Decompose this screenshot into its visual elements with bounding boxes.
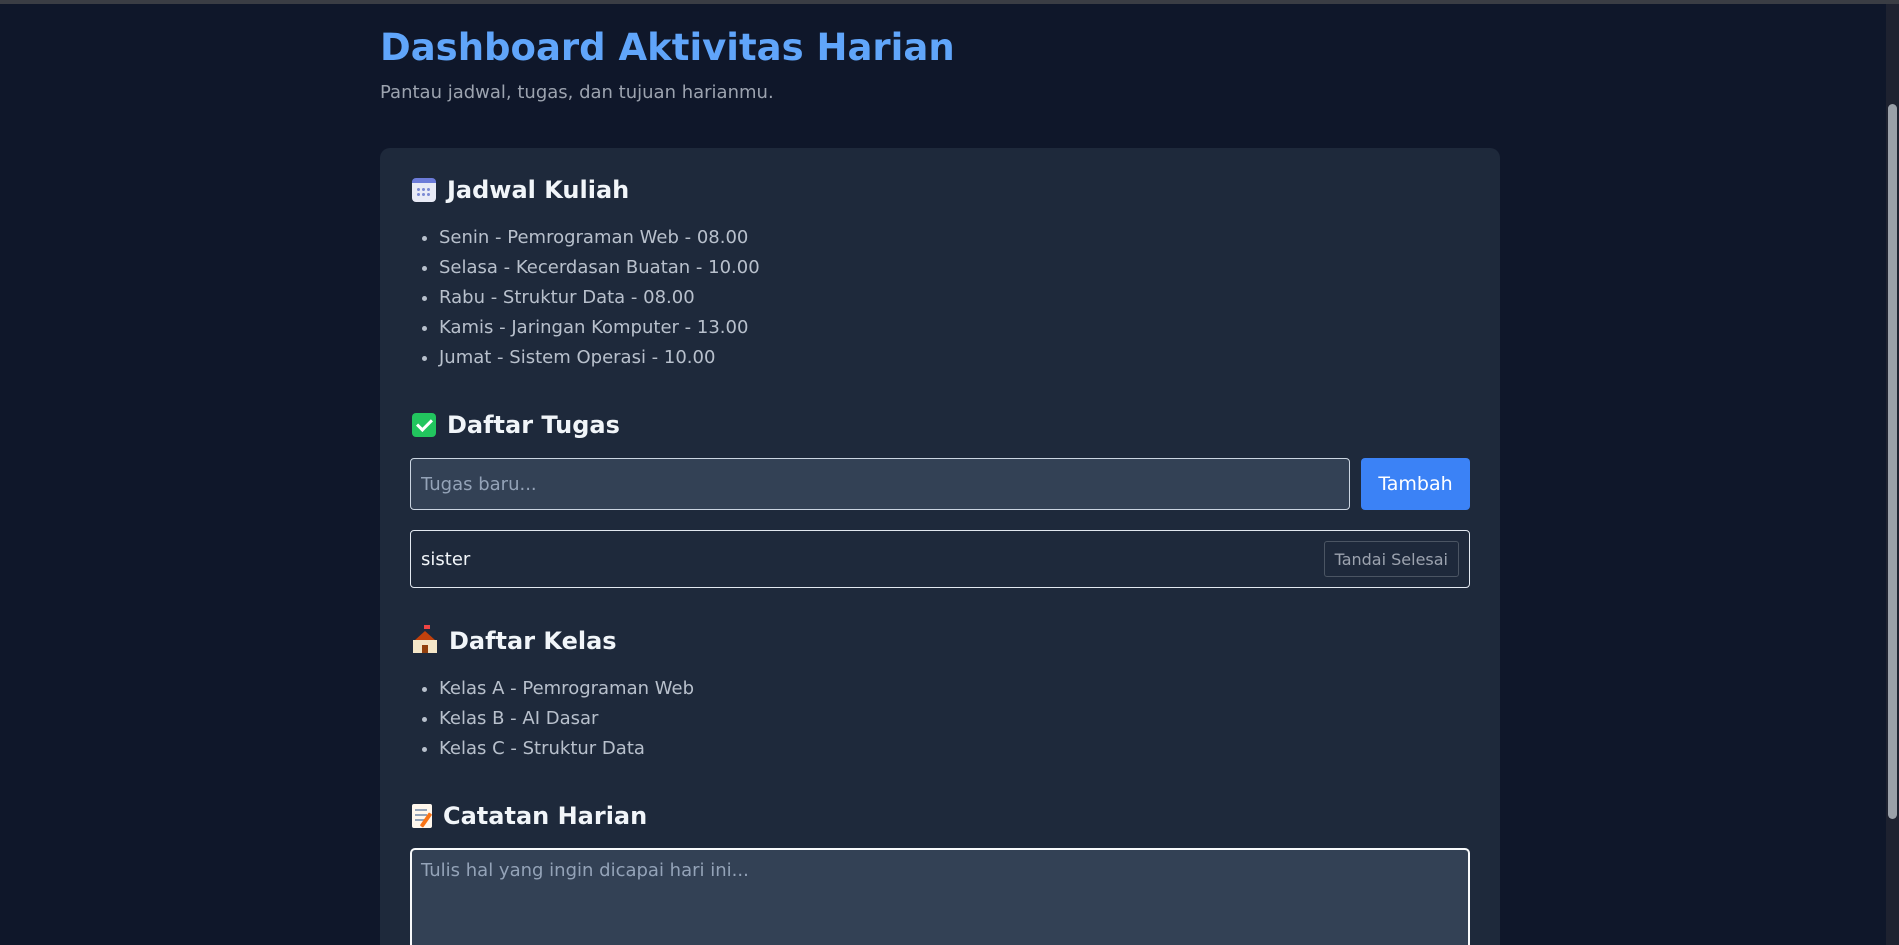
add-task-button[interactable]: Tambah — [1361, 458, 1470, 510]
daily-notes-textarea[interactable] — [410, 848, 1470, 945]
memo-icon — [412, 804, 432, 828]
schedule-heading-text: Jadwal Kuliah — [447, 176, 630, 204]
class-item: Kelas C - Struktur Data — [439, 734, 694, 764]
task-item: sister Tandai Selesai — [410, 530, 1470, 588]
notes-heading-text: Catatan Harian — [443, 802, 648, 830]
calendar-icon — [412, 178, 436, 202]
schedule-item: Senin - Pemrograman Web - 08.00 — [439, 223, 760, 253]
page: Dashboard Aktivitas Harian Pantau jadwal… — [0, 0, 1899, 945]
schedule-item: Selasa - Kecerdasan Buatan - 10.00 — [439, 253, 760, 283]
schedule-list: Senin - Pemrograman Web - 08.00 Selasa -… — [412, 223, 760, 373]
class-item: Kelas A - Pemrograman Web — [439, 674, 694, 704]
page-subtitle: Pantau jadwal, tugas, dan tujuan harianm… — [380, 82, 774, 103]
classes-list: Kelas A - Pemrograman Web Kelas B - AI D… — [412, 674, 694, 764]
schedule-item: Rabu - Struktur Data - 08.00 — [439, 283, 760, 313]
dashboard-card: Jadwal Kuliah Senin - Pemrograman Web - … — [380, 148, 1500, 945]
mark-done-button[interactable]: Tandai Selesai — [1323, 541, 1459, 577]
scrollbar[interactable] — [1886, 4, 1899, 945]
page-title: Dashboard Aktivitas Harian — [380, 26, 955, 69]
tasks-heading-text: Daftar Tugas — [447, 411, 620, 439]
window-top-bar — [0, 0, 1899, 4]
class-item: Kelas B - AI Dasar — [439, 704, 694, 734]
page-header: Dashboard Aktivitas Harian Pantau jadwal… — [380, 20, 955, 103]
new-task-input[interactable] — [410, 458, 1350, 510]
classes-heading-text: Daftar Kelas — [449, 627, 617, 655]
schedule-item: Jumat - Sistem Operasi - 10.00 — [439, 343, 760, 373]
task-text: sister — [421, 548, 471, 570]
school-icon — [412, 625, 438, 653]
check-icon — [412, 413, 436, 437]
schedule-heading: Jadwal Kuliah — [412, 176, 629, 204]
tasks-heading: Daftar Tugas — [412, 411, 620, 439]
notes-heading: Catatan Harian — [412, 802, 647, 830]
schedule-item: Kamis - Jaringan Komputer - 13.00 — [439, 313, 760, 343]
classes-heading: Daftar Kelas — [412, 625, 617, 655]
scrollbar-thumb[interactable] — [1888, 104, 1897, 819]
